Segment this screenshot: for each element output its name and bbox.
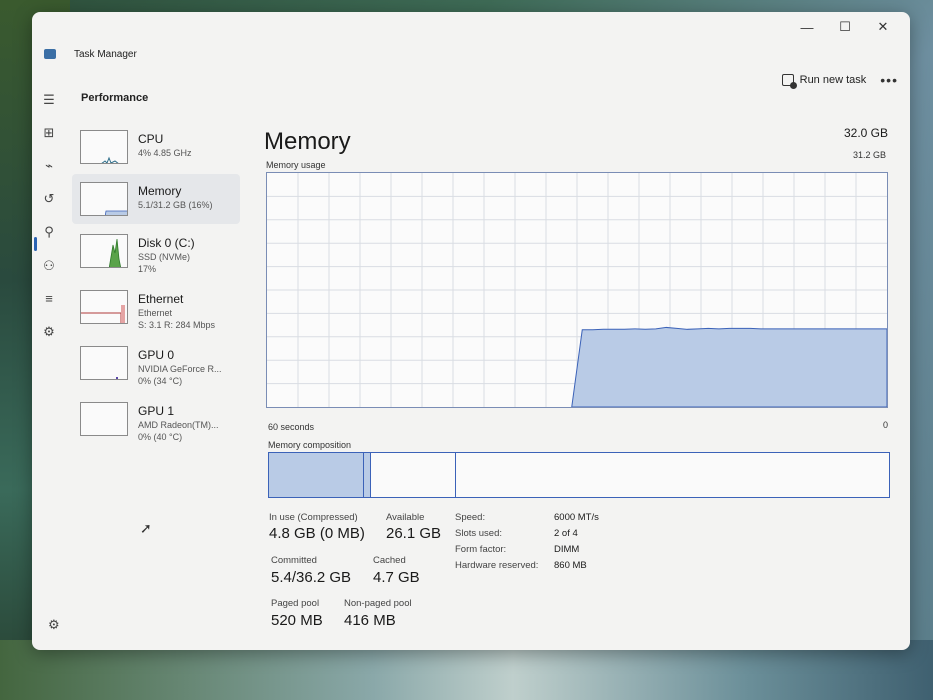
sidebar-item-label: CPU: [138, 132, 164, 146]
memory-stats: In use (Compressed) 4.8 GB (0 MB) Availa…: [269, 512, 689, 642]
slots-label: Slots used:: [455, 528, 502, 539]
form-factor-label: Form factor:: [455, 544, 507, 555]
users-icon[interactable]: ⚇: [41, 258, 57, 274]
memory-composition-bar: [268, 452, 890, 498]
gpu0-thumbnail: [80, 346, 128, 380]
memory-usage-chart: [267, 173, 888, 408]
app-history-icon[interactable]: ↺: [41, 191, 57, 207]
cpu-thumbnail: [80, 130, 128, 164]
hardware-reserved-value: 860 MB: [554, 560, 587, 571]
sidebar-item-detail: AMD Radeon(TM)...: [138, 420, 219, 430]
maximize-button[interactable]: ☐: [826, 16, 864, 38]
sidebar-item-gpu1[interactable]: GPU 1 AMD Radeon(TM)... 0% (40 °C): [72, 394, 240, 444]
active-indicator: [34, 237, 37, 251]
sidebar-item-gpu0[interactable]: GPU 0 NVIDIA GeForce R... 0% (34 °C): [72, 338, 240, 388]
cached-label: Cached: [373, 555, 406, 566]
gpu1-thumbnail: [80, 402, 128, 436]
run-new-task-button[interactable]: Run new task: [781, 74, 867, 89]
committed-label: Committed: [271, 555, 317, 566]
slots-value: 2 of 4: [554, 528, 578, 539]
form-factor-value: DIMM: [554, 544, 580, 555]
minimize-button[interactable]: —: [788, 16, 826, 38]
task-manager-icon: [44, 49, 56, 59]
memory-usage-label: Memory usage: [266, 160, 326, 170]
hardware-reserved-label: Hardware reserved:: [455, 560, 539, 571]
composition-standby[interactable]: [371, 453, 456, 497]
sidebar-item-label: GPU 1: [138, 404, 175, 418]
sidebar-item-label: Disk 0 (C:): [138, 236, 195, 250]
sidebar-item-label: GPU 0: [138, 348, 175, 362]
window-title: Task Manager: [74, 49, 137, 60]
memory-total: 32.0 GB: [843, 126, 888, 140]
startup-apps-icon[interactable]: ⚲: [41, 224, 57, 240]
settings-icon[interactable]: ⚙: [48, 617, 60, 633]
memory-usage-area: [571, 326, 888, 408]
sidebar-item-ethernet[interactable]: Ethernet Ethernet S: 3.1 R: 284 Mbps: [72, 282, 240, 332]
more-options-button[interactable]: •••: [880, 72, 898, 88]
graph-time-span: 60 seconds: [268, 422, 315, 432]
cached-value: 4.7 GB: [373, 569, 420, 586]
services-icon[interactable]: ⚙: [41, 324, 57, 340]
sidebar-item-disk[interactable]: Disk 0 (C:) SSD (NVMe) 17%: [72, 226, 240, 276]
composition-free[interactable]: [456, 453, 889, 497]
ethernet-thumbnail: [80, 290, 128, 324]
run-new-task-label: Run new task: [799, 74, 867, 86]
sidebar-item-detail: 5.1/31.2 GB (16%): [138, 200, 213, 210]
sidebar-item-detail: Ethernet: [138, 308, 173, 318]
mouse-cursor-icon: ➚: [140, 520, 152, 536]
close-button[interactable]: ✕: [864, 16, 902, 38]
details-icon[interactable]: ≡: [41, 291, 57, 307]
available-value: 26.1 GB: [386, 525, 442, 542]
in-use-value: 4.8 GB (0 MB): [269, 525, 365, 542]
sidebar-item-detail: SSD (NVMe): [138, 252, 191, 262]
paged-pool-value: 520 MB: [271, 612, 323, 629]
speed-value: 6000 MT/s: [554, 512, 599, 523]
navigation-rail: ☰ ⊞ ⌁ ↺ ⚲ ⚇ ≡ ⚙: [32, 92, 66, 632]
window-controls: — ☐ ✕: [788, 16, 902, 38]
processes-icon[interactable]: ⊞: [41, 125, 57, 141]
sidebar-item-cpu[interactable]: CPU 4% 4.85 GHz: [72, 122, 240, 172]
sidebar-item-label: Ethernet: [138, 292, 184, 306]
task-manager-window: Task Manager — ☐ ✕ Run new task ••• ☰ ⊞ …: [32, 12, 910, 650]
sidebar-item-detail: 4% 4.85 GHz: [138, 148, 192, 158]
paged-pool-label: Paged pool: [271, 598, 320, 609]
run-task-icon: [781, 74, 797, 89]
in-use-label: In use (Compressed): [269, 512, 358, 523]
hamburger-icon[interactable]: ☰: [41, 92, 57, 108]
memory-title: Memory: [264, 128, 351, 155]
page-title: Performance: [81, 92, 149, 104]
sidebar-item-detail: 17%: [138, 264, 157, 274]
committed-value: 5.4/36.2 GB: [271, 569, 352, 586]
toolbar: Run new task •••: [781, 72, 898, 89]
sidebar-item-detail: 0% (34 °C): [138, 376, 183, 386]
graph-axis-zero: 0: [882, 420, 888, 430]
composition-modified[interactable]: [363, 453, 371, 497]
sidebar-item-label: Memory: [138, 184, 182, 198]
sidebar-item-detail: S: 3.1 R: 284 Mbps: [138, 320, 216, 330]
sidebar-item-detail: 0% (40 °C): [138, 432, 183, 442]
composition-in-use[interactable]: [269, 453, 364, 497]
non-paged-pool-label: Non-paged pool: [344, 598, 412, 609]
memory-usage-graph: [266, 172, 888, 408]
sidebar-item-detail: NVIDIA GeForce R...: [138, 364, 222, 374]
available-label: Available: [386, 512, 425, 523]
sidebar-item-memory[interactable]: Memory 5.1/31.2 GB (16%): [72, 174, 240, 224]
non-paged-pool-value: 416 MB: [344, 612, 396, 629]
speed-label: Speed:: [455, 512, 486, 523]
disk-thumbnail: [80, 234, 128, 268]
memory-composition-label: Memory composition: [268, 440, 352, 450]
memory-usage-max: 31.2 GB: [852, 150, 886, 160]
title-bar[interactable]: Task Manager — ☐ ✕: [32, 12, 910, 60]
performance-icon[interactable]: ⌁: [41, 158, 57, 174]
memory-thumbnail: [80, 182, 128, 216]
